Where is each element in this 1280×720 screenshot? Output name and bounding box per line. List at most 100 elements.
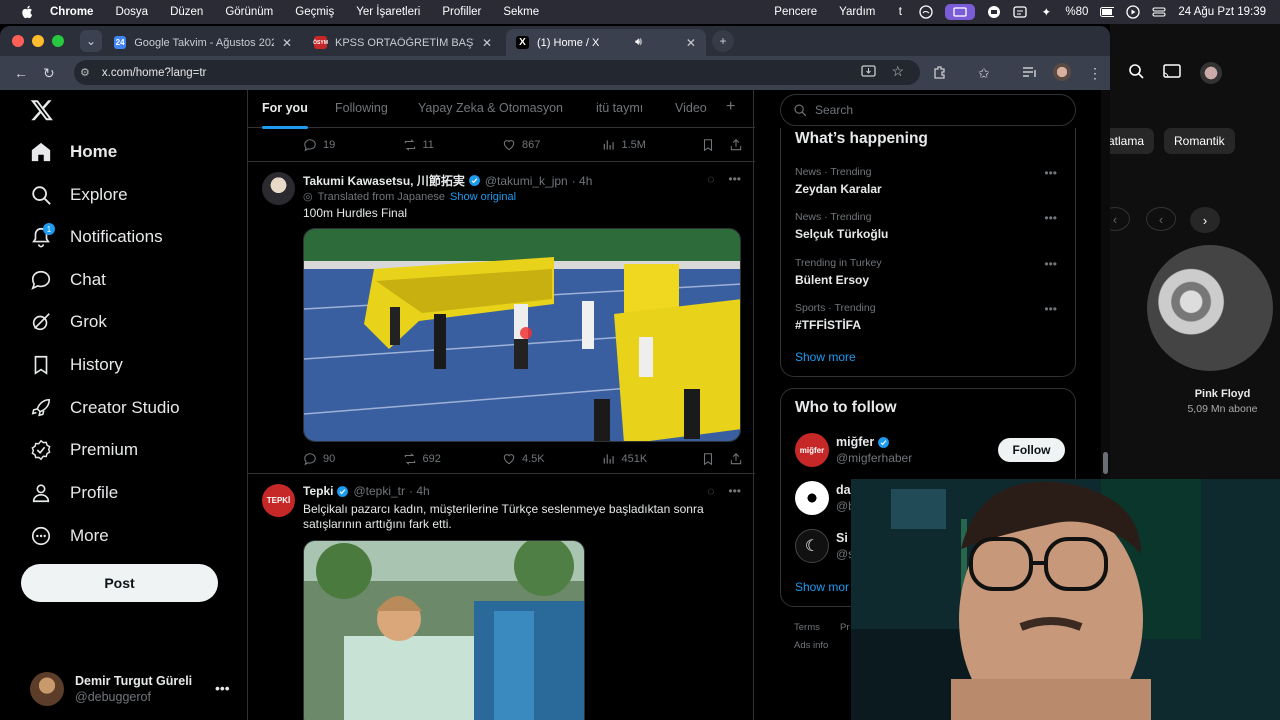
more-dots-icon[interactable]: •••	[1044, 166, 1057, 180]
grok-tweet-icon[interactable]: ◌	[707, 484, 714, 498]
like-button[interactable]: 867	[502, 138, 602, 152]
sidebar-item-more[interactable]: More	[30, 520, 109, 552]
tweet-previous[interactable]: 19 11 867 1.5M	[248, 128, 755, 162]
tab-for-you[interactable]: For you	[262, 101, 308, 129]
channel-avatar-image[interactable]	[1147, 245, 1273, 371]
tweet[interactable]: Takumi Kawasetsu, 川節拓実 @takumi_k_jpn · 4…	[248, 162, 755, 474]
sidebar-item-grok[interactable]: Grok	[30, 306, 107, 338]
tab-yapay-zeka[interactable]: Yapay Zeka & Otomasyon	[418, 101, 563, 115]
menu-profiles[interactable]: Profiller	[442, 6, 481, 18]
sidebar-item-creator-studio[interactable]: Creator Studio	[30, 392, 180, 424]
footer-privacy-link[interactable]: Pr	[840, 622, 850, 633]
address-bar[interactable]: ⚙ x.com/home?lang=tr ☆	[74, 60, 920, 85]
bookmark-icon[interactable]	[701, 138, 715, 152]
author-name[interactable]: Tepki	[303, 484, 333, 498]
author-handle[interactable]: @tepki_tr	[353, 484, 405, 498]
status-letter-icon[interactable]: t	[893, 5, 907, 19]
menu-app-name[interactable]: Chrome	[50, 6, 93, 18]
reload-icon[interactable]: ↻	[43, 65, 55, 82]
menu-file[interactable]: Dosya	[115, 6, 148, 18]
follow-button[interactable]: Follow	[998, 438, 1065, 462]
site-info-icon[interactable]: ⚙	[80, 66, 90, 79]
avatar[interactable]	[262, 172, 295, 205]
show-more-link[interactable]: Show mor	[795, 580, 849, 594]
media-control-icon[interactable]	[1022, 65, 1038, 82]
bookmark-icon[interactable]	[701, 452, 715, 466]
close-tab-icon[interactable]: ✕	[678, 36, 696, 50]
back-icon[interactable]: ←	[14, 65, 28, 81]
channel-name[interactable]: Pink Floyd	[1180, 388, 1265, 400]
favorites-icon[interactable]: ✩	[978, 65, 990, 82]
trend-item[interactable]: Trending in Turkey Bülent Ersoy •••	[795, 257, 1065, 287]
tweet-time[interactable]: · 4h	[572, 174, 593, 188]
tab-google-calendar[interactable]: 24 Google Takvim - Ağustos 2025 ✕	[104, 29, 302, 56]
share-icon[interactable]	[729, 452, 743, 466]
cloud-icon[interactable]	[919, 5, 934, 19]
more-dots-icon[interactable]: •••	[1044, 257, 1057, 271]
grok-tweet-icon[interactable]: ◌	[707, 172, 714, 186]
follow-suggestion[interactable]: miğfer miğfer @migferhaber Follow	[795, 433, 1065, 469]
tab-x-home[interactable]: X (1) Home / X 🔊︎ ✕	[506, 29, 706, 56]
sidebar-item-notifications[interactable]: 1 Notifications	[30, 221, 163, 253]
menu-history[interactable]: Geçmiş	[295, 6, 334, 18]
sidebar-item-chat[interactable]: Chat	[30, 264, 106, 296]
close-window-icon[interactable]	[12, 35, 24, 47]
chrome-menu-icon[interactable]: ⋮	[1088, 65, 1102, 82]
x-logo-icon[interactable]	[30, 98, 54, 122]
minimize-window-icon[interactable]	[32, 35, 44, 47]
like-button[interactable]: 4.5K	[502, 452, 602, 466]
menu-bookmarks[interactable]: Yer İşaretleri	[356, 6, 420, 18]
more-dots-icon[interactable]: •••	[1044, 211, 1057, 225]
bookmark-star-icon[interactable]: ☆	[891, 63, 904, 80]
install-app-icon[interactable]	[861, 65, 876, 81]
tweet[interactable]: TEPKİ Tepki @tepki_tr · 4h ◌ ••• Belçika…	[248, 474, 755, 720]
repost-button[interactable]: 692	[403, 452, 503, 466]
tab-itu-taymi[interactable]: itü taymı	[596, 101, 643, 115]
tweet-video[interactable]	[303, 228, 741, 442]
account-switcher[interactable]: Demir Turgut Güreli @debuggerof •••	[30, 672, 230, 706]
sidebar-item-history[interactable]: History	[30, 349, 123, 381]
more-dots-icon[interactable]: •••	[215, 680, 230, 696]
show-original-link[interactable]: Show original	[450, 191, 516, 203]
views-button[interactable]: 1.5M	[602, 138, 702, 152]
repost-button[interactable]: 11	[403, 138, 503, 152]
menu-view[interactable]: Görünüm	[225, 6, 273, 18]
close-tab-icon[interactable]: ✕	[274, 36, 292, 50]
menu-edit[interactable]: Düzen	[170, 6, 203, 18]
tweet-time[interactable]: · 4h	[409, 484, 430, 498]
battery-icon[interactable]	[1100, 5, 1115, 19]
trend-item[interactable]: News · Trending Selçuk Türkoğlu •••	[795, 211, 1065, 241]
cast-icon[interactable]	[1162, 63, 1182, 84]
more-dots-icon[interactable]: •••	[1044, 302, 1057, 316]
sidebar-item-home[interactable]: Home	[30, 136, 117, 168]
message-icon[interactable]	[987, 5, 1001, 19]
screen-share-icon[interactable]	[945, 4, 976, 20]
reply-button[interactable]: 19	[303, 138, 403, 152]
author-name[interactable]: Takumi Kawasetsu, 川節拓実	[303, 172, 465, 189]
tab-video[interactable]: Video	[675, 101, 707, 115]
menu-help[interactable]: Yardım	[839, 6, 875, 18]
clock[interactable]: 24 Ağu Pzt 19:39	[1178, 6, 1266, 18]
apple-icon[interactable]	[20, 5, 34, 19]
scrollbar-thumb[interactable]	[1103, 452, 1108, 474]
chevron-right-icon[interactable]: ›	[1190, 207, 1220, 233]
more-dots-icon[interactable]: •••	[728, 484, 741, 498]
tab-kpss[interactable]: ÖSYM KPSS ORTAÖĞRETİM BAŞVURU ✕	[304, 29, 502, 56]
tab-following[interactable]: Following	[335, 101, 388, 115]
menu-window[interactable]: Pencere	[774, 6, 817, 18]
sparkle-icon[interactable]: ✦	[1039, 5, 1053, 19]
speaker-icon[interactable]: 🔊︎	[635, 36, 642, 49]
sidebar-item-premium[interactable]: Premium	[30, 434, 138, 466]
play-icon[interactable]	[1126, 5, 1141, 19]
views-button[interactable]: 451K	[602, 452, 702, 466]
extensions-icon[interactable]	[932, 65, 947, 83]
control-center-icon[interactable]	[1152, 5, 1166, 19]
show-more-link[interactable]: Show more	[795, 350, 856, 364]
youtube-avatar[interactable]	[1200, 62, 1222, 84]
avatar[interactable]: TEPKİ	[262, 484, 295, 517]
chevron-left-icon[interactable]: ‹	[1146, 207, 1176, 231]
footer-ads-link[interactable]: Ads info	[794, 640, 828, 651]
youtube-search-icon[interactable]	[1128, 63, 1144, 84]
add-tab-icon[interactable]: +	[726, 98, 735, 116]
tab-search-icon[interactable]: ⌄	[80, 30, 102, 52]
